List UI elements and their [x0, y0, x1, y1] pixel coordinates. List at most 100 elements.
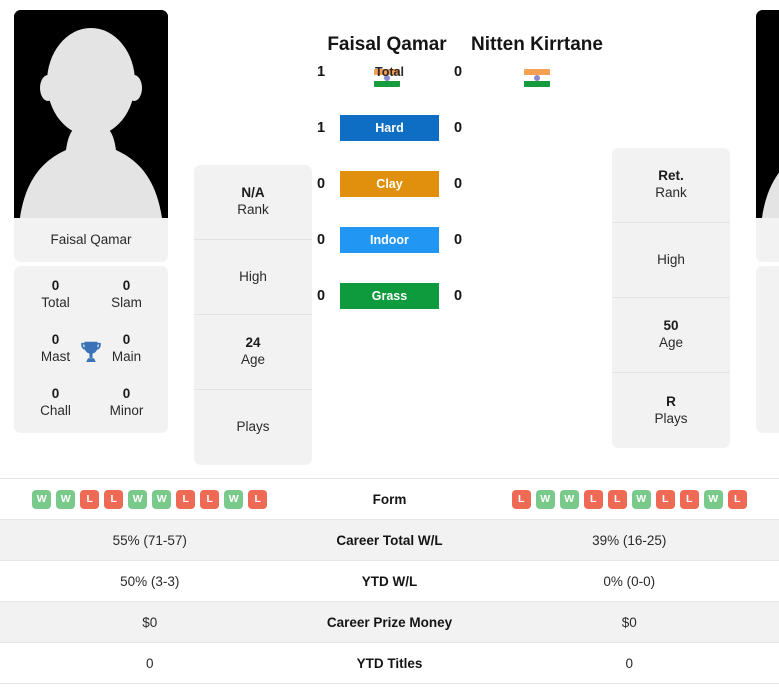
value: N/A	[241, 185, 265, 201]
table-row-label: Career Total W/L	[336, 532, 443, 548]
form-strip: LWWLLWLLWL	[480, 489, 779, 509]
form-badge-loss[interactable]: L	[655, 489, 675, 509]
form-strip: WWLLWWLLWL	[0, 489, 300, 509]
label: Age	[240, 352, 266, 367]
right-info-age: 50 Age	[612, 298, 730, 373]
head-to-head-surface-list: 1 Total 0 1 Hard 0 0 Clay 0 0 Indoor 0 0 Grass 0	[313, 58, 466, 338]
form-badge-loss[interactable]: L	[80, 489, 100, 509]
value: 0	[122, 278, 131, 294]
left-player-card-name: Faisal Qamar	[50, 232, 132, 247]
form-badge-win[interactable]: W	[152, 489, 172, 509]
surface-badge-indoor[interactable]: Indoor	[340, 227, 439, 253]
table-row: W W L L W W L L W L Form L W W L L W L L W L	[0, 479, 779, 520]
left-info-age: 24 Age	[194, 315, 312, 390]
table-row: 55% (71-57) Career Total W/L 39% (16-25)	[0, 520, 779, 561]
left-titles-total: 0 Total	[20, 278, 91, 312]
comparison-stats-table: W W L L W W L L W L Form L W W L L W L L W L 55% (71-57) Caree…	[0, 478, 779, 684]
surface-badge-hard[interactable]: Hard	[340, 115, 439, 141]
h2h-right-score: 0	[453, 120, 463, 136]
left-form-strip: WWLLWWLLWL	[0, 489, 300, 509]
form-badge-loss[interactable]: L	[248, 489, 268, 509]
right-player-name[interactable]: Nitten Kirrtane	[462, 33, 612, 58]
h2h-row-indoor: 0 Indoor 0	[313, 226, 466, 254]
player-comparison-page: Faisal Qamar 0 Total 0 Slam 0 Mast 0 Mai…	[0, 0, 779, 699]
right-titles-chall: 0 Chall	[762, 386, 779, 420]
h2h-row-hard: 1 Hard 0	[313, 114, 466, 142]
right-ytd_wl: 0% (0-0)	[603, 573, 656, 589]
form-badge-win[interactable]: W	[559, 489, 579, 509]
h2h-left-score: 0	[316, 176, 326, 192]
value: 0	[122, 385, 131, 401]
form-badge-win[interactable]: W	[56, 489, 76, 509]
h2h-left-score: 0	[316, 232, 326, 248]
label: Plays	[236, 419, 270, 435]
label: Mast	[762, 349, 779, 366]
right-ytd_titles: 0	[625, 655, 633, 671]
label: Total	[41, 295, 70, 311]
form-badge-win[interactable]: W	[32, 489, 52, 509]
h2h-right-score: 0	[453, 288, 463, 304]
right-career_wl: 39% (16-25)	[592, 532, 667, 548]
form-badge-loss[interactable]: L	[511, 489, 531, 509]
form-badge-loss[interactable]: L	[727, 489, 747, 509]
h2h-left-score: 0	[316, 288, 326, 304]
right-player-card-name: Nitten Kirrtane	[756, 218, 779, 262]
h2h-row-grass: 0 Grass 0	[313, 282, 466, 310]
label: Chall	[40, 402, 71, 418]
right-form-strip: LWWLLWLLWL	[480, 489, 779, 509]
left-player-column: Faisal Qamar 0 Total 0 Slam 0 Mast 0 Mai…	[14, 10, 168, 434]
h2h-left-score: 1	[316, 120, 326, 136]
table-row-label: Form	[372, 491, 407, 507]
right-player-info-card: Ret. Rank High 50 Age R Plays	[612, 148, 730, 448]
right-player-name-block: Nitten Kirrtane	[462, 10, 612, 87]
left-career_wl: 55% (71-57)	[112, 532, 187, 548]
left-titles-minor: 0 Minor	[91, 386, 162, 420]
form-badge-win[interactable]: W	[535, 489, 555, 509]
left-titles-chall: 0 Chall	[20, 386, 91, 420]
left-player-info-column: N/A Rank High 24 Age Plays	[194, 165, 312, 465]
h2h-right-score: 0	[453, 64, 463, 80]
form-badge-loss[interactable]: L	[176, 489, 196, 509]
form-badge-loss[interactable]: L	[679, 489, 699, 509]
left-info-high: High	[194, 240, 312, 315]
left-player-photo	[14, 10, 168, 218]
form-badge-win[interactable]: W	[703, 489, 723, 509]
person-silhouette-icon	[14, 10, 168, 218]
table-row-label: Career Prize Money	[326, 614, 453, 630]
right-info-high: High	[612, 223, 730, 298]
left-player-name[interactable]: Faisal Qamar	[312, 33, 462, 58]
label: Chall	[762, 403, 779, 420]
right-player-avatar-card: Nitten Kirrtane	[756, 10, 779, 263]
label: High	[239, 268, 267, 284]
right-info-rank: Ret. Rank	[612, 148, 730, 223]
form-badge-loss[interactable]: L	[607, 489, 627, 509]
trophy-icon	[81, 341, 101, 362]
label: High	[657, 251, 685, 267]
form-badge-loss[interactable]: L	[583, 489, 603, 509]
form-badge-win[interactable]: W	[128, 489, 148, 509]
right-player-column: Nitten Kirrtane 0 Total 0	[756, 10, 779, 434]
left-player-titles-card: 0 Total 0 Slam 0 Mast 0 Main 0 Chall 0 M…	[14, 266, 168, 434]
label: Age	[658, 335, 684, 350]
left-ytd_titles: 0	[145, 655, 154, 671]
left-career_prize: $0	[142, 614, 158, 630]
right-player-photo	[756, 10, 779, 218]
value: R	[666, 393, 676, 409]
form-badge-win[interactable]: W	[224, 489, 244, 509]
surface-badge-clay[interactable]: Clay	[340, 171, 439, 197]
right-player-info-column: Ret. Rank High 50 Age R Plays	[612, 148, 730, 448]
value: 0	[762, 386, 779, 403]
form-badge-loss[interactable]: L	[200, 489, 220, 509]
surface-badge-grass[interactable]: Grass	[340, 283, 439, 309]
label: Plays	[654, 410, 688, 426]
value: 0	[762, 332, 779, 349]
label: Rank	[237, 202, 269, 217]
table-row: 0 YTD Titles 0	[0, 643, 779, 684]
right-info-plays: R Plays	[612, 373, 730, 448]
h2h-row-clay: 0 Clay 0	[313, 170, 466, 198]
form-badge-win[interactable]: W	[631, 489, 651, 509]
label: Rank	[655, 185, 687, 200]
left-info-rank: N/A Rank	[194, 165, 312, 240]
form-badge-loss[interactable]: L	[104, 489, 124, 509]
value: 0	[51, 278, 60, 294]
